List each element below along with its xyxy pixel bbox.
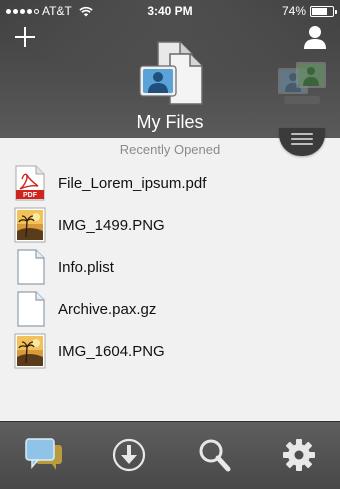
battery-percent: 74% [281,4,306,18]
file-row[interactable]: PDF File_Lorem_ipsum.pdf [0,162,340,204]
battery-fill [312,7,327,15]
gear-icon [283,439,315,471]
file-name: IMG_1499.PNG [58,216,165,234]
status-right: 74% [281,4,337,18]
file-row[interactable]: IMG_1604.PNG [0,330,340,372]
file-row[interactable]: Info.plist [0,246,340,288]
file-name: Archive.pax.gz [58,300,157,318]
tab-search[interactable] [192,435,236,475]
files-logo-icon [136,40,206,108]
add-button[interactable] [12,24,38,50]
tab-bar [0,421,340,489]
chat-icon [25,438,62,470]
user-button[interactable] [302,24,328,50]
tab-settings[interactable] [277,435,321,475]
menu-handle-icon [291,133,313,148]
file-row[interactable]: Archive.pax.gz [0,288,340,330]
search-icon [199,439,231,472]
status-bar: AT&T 3:40 PM 74% [0,0,340,22]
image-file-icon [14,207,46,243]
accounts-button[interactable] [276,60,328,106]
document-file-icon [17,291,45,327]
pdf-badge: PDF [23,192,38,199]
image-file-icon [14,333,46,369]
file-list: PDF File_Lorem_ipsum.pdf IMG_1499.PNG In… [0,162,340,372]
tab-chat[interactable] [22,435,66,475]
files-content: Recently Opened PDF File_Lorem_ipsum.pdf [0,138,340,421]
accounts-icon [278,62,326,104]
file-name: IMG_1604.PNG [58,342,165,360]
header-bar: AT&T 3:40 PM 74% My Files [0,0,340,138]
tab-downloads[interactable] [107,435,151,475]
pdf-file-icon: PDF [15,165,45,201]
file-row[interactable]: IMG_1499.PNG [0,204,340,246]
user-icon [304,26,326,49]
battery-icon [310,5,337,17]
download-icon [112,438,146,472]
file-name: Info.plist [58,258,114,276]
plus-icon [15,27,35,47]
file-name: File_Lorem_ipsum.pdf [58,174,207,192]
document-file-icon [17,249,45,285]
